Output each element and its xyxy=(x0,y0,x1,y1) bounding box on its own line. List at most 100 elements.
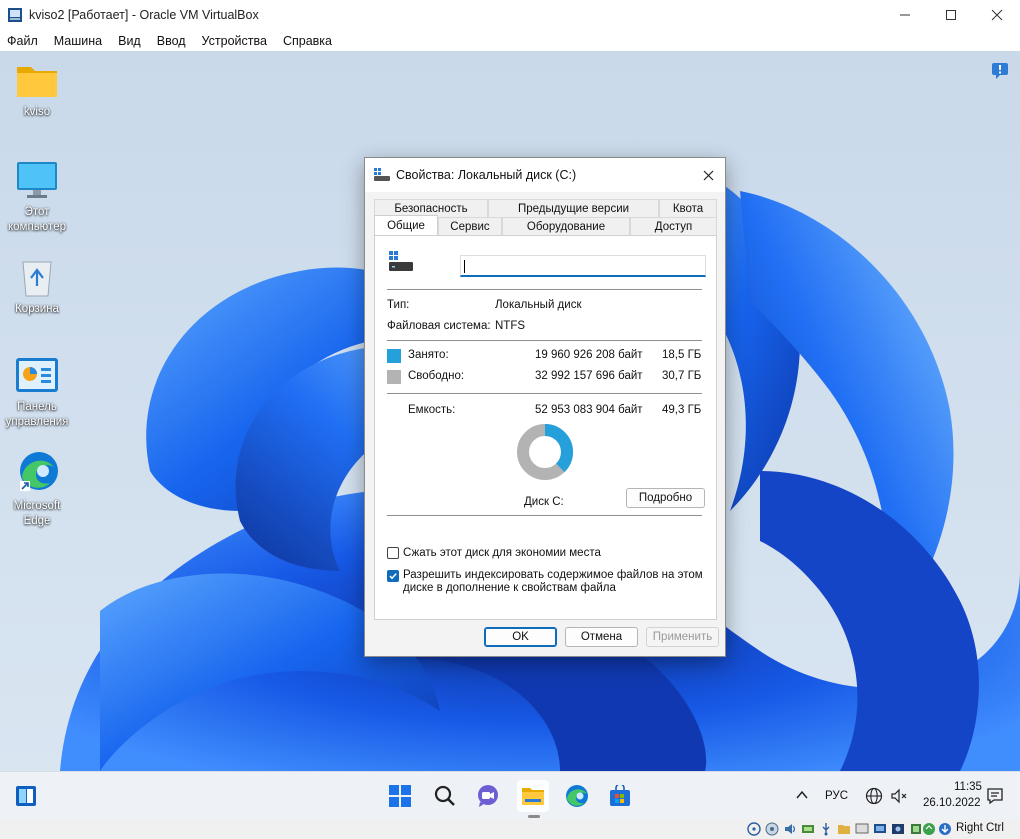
compress-checkbox[interactable] xyxy=(387,547,399,559)
display-status-icon[interactable] xyxy=(855,822,869,836)
capacity-size: 49,3 ГБ xyxy=(662,404,702,416)
tab-sharing[interactable]: Доступ xyxy=(630,217,717,235)
host-key-label: Right Ctrl xyxy=(956,822,1004,834)
clock-time[interactable]: 11:35 xyxy=(954,781,982,793)
maximize-button[interactable] xyxy=(928,0,974,30)
widgets-icon xyxy=(16,786,36,806)
desktop-icon-label: kviso xyxy=(23,106,51,118)
ok-button[interactable]: OK xyxy=(484,627,557,647)
usb-status-icon[interactable] xyxy=(819,822,833,836)
edge-icon xyxy=(20,452,58,491)
monitor-icon xyxy=(17,162,57,198)
network-globe-icon[interactable] xyxy=(865,787,883,805)
minimize-button[interactable] xyxy=(882,0,928,30)
menu-help[interactable]: Справка xyxy=(283,34,332,48)
tab-hardware[interactable]: Оборудование xyxy=(502,217,630,235)
tab-general[interactable]: Общие xyxy=(374,215,438,235)
chevron-up-icon[interactable] xyxy=(795,789,809,801)
used-size: 18,5 ГБ xyxy=(662,349,702,361)
desktop-icon-kviso[interactable]: kviso xyxy=(0,61,74,120)
details-button[interactable]: Подробно xyxy=(626,488,705,508)
disk-usage-donut-chart xyxy=(517,424,573,480)
free-bytes: 32 992 157 696 байт xyxy=(535,370,643,382)
taskbar-widgets-button[interactable] xyxy=(10,780,42,812)
taskbar-search-button[interactable] xyxy=(429,780,461,812)
desktop-icon-label: Корзина xyxy=(15,303,59,315)
mouse-integration-status-icon[interactable] xyxy=(922,822,936,836)
edge-icon xyxy=(566,785,588,807)
vbox-title-bar: kviso2 [Работает] - Oracle VM VirtualBox xyxy=(0,0,1020,30)
taskbar-chat-button[interactable] xyxy=(472,780,504,812)
capacity-label: Емкость: xyxy=(408,404,456,416)
input-language-indicator[interactable]: РУС xyxy=(825,790,848,802)
type-value: Локальный диск xyxy=(495,299,582,311)
indexing-label-line2[interactable]: диске в дополнение к свойствам файла xyxy=(403,582,616,594)
volume-muted-icon[interactable] xyxy=(890,787,908,805)
type-label: Тип: xyxy=(387,299,410,311)
tab-quota[interactable]: Квота xyxy=(659,199,717,217)
separator xyxy=(387,393,702,394)
keyboard-capture-status-icon[interactable] xyxy=(938,822,952,836)
cancel-button[interactable]: Отмена xyxy=(565,627,638,647)
notification-center-icon[interactable] xyxy=(986,787,1004,805)
indexing-label-line1[interactable]: Разрешить индексировать содержимое файло… xyxy=(403,569,703,581)
apply-button[interactable]: Применить xyxy=(646,627,719,647)
drive-icon xyxy=(374,168,390,181)
vbox-notification-icon[interactable] xyxy=(991,62,1009,80)
taskbar-file-explorer-button[interactable] xyxy=(517,780,549,812)
dialog-title-bar: Свойства: Локальный диск (C:) xyxy=(365,158,725,192)
desktop-icon-control-panel[interactable]: Панель управления xyxy=(0,356,74,430)
cpu-status-icon[interactable] xyxy=(909,822,923,836)
checkmark-icon xyxy=(389,573,397,580)
separator xyxy=(387,340,702,341)
disk-label: Диск C: xyxy=(524,496,564,508)
store-icon xyxy=(610,785,630,806)
desktop-icon-this-pc[interactable]: Этот компьютер xyxy=(0,159,74,235)
menu-view[interactable]: Вид xyxy=(118,34,141,48)
guest-desktop: kviso Этот компьютер Корзина Панель упра… xyxy=(0,51,1020,771)
taskbar-store-button[interactable] xyxy=(604,780,636,812)
compress-label[interactable]: Сжать этот диск для экономии места xyxy=(403,547,601,559)
menu-input[interactable]: Ввод xyxy=(157,34,186,48)
taskbar-edge-button[interactable] xyxy=(561,780,593,812)
general-tab-panel: Тип: Локальный диск Файловая система: NT… xyxy=(374,235,717,620)
tab-previous-versions[interactable]: Предыдущие версии xyxy=(488,199,659,217)
tab-tools[interactable]: Сервис xyxy=(438,217,502,235)
taskbar: РУС 11:35 26.10.2022 xyxy=(0,771,1020,819)
desktop-icon-recycle-bin[interactable]: Корзина xyxy=(0,256,74,317)
close-window-button[interactable] xyxy=(974,0,1020,30)
audio-status-icon[interactable] xyxy=(783,822,797,836)
folder-icon xyxy=(17,67,57,97)
network-status-icon[interactable] xyxy=(801,822,815,836)
taskbar-start-button[interactable] xyxy=(384,780,416,812)
desktop-icon-edge[interactable]: Microsoft Edge xyxy=(0,449,74,529)
capacity-bytes: 52 953 083 904 байт xyxy=(535,404,643,416)
recording-status-icon[interactable] xyxy=(891,822,905,836)
virtualbox-app-icon[interactable] xyxy=(7,7,23,23)
separator xyxy=(387,515,702,516)
menu-file[interactable]: Файл xyxy=(7,34,38,48)
used-bytes: 19 960 926 208 байт xyxy=(535,349,643,361)
recycle-bin-icon xyxy=(22,261,52,297)
clock-date[interactable]: 26.10.2022 xyxy=(923,797,981,809)
optical-drive-status-icon[interactable] xyxy=(747,822,761,836)
free-space-swatch xyxy=(387,370,401,384)
menu-devices[interactable]: Устройства xyxy=(202,34,267,48)
filesystem-label: Файловая система: xyxy=(387,320,491,332)
shared-folders-status-icon[interactable] xyxy=(837,822,851,836)
maximize-icon xyxy=(946,10,956,20)
hard-disk-status-icon[interactable] xyxy=(765,822,779,836)
indexing-checkbox[interactable] xyxy=(387,570,399,582)
menu-machine[interactable]: Машина xyxy=(54,34,102,48)
free-size: 30,7 ГБ xyxy=(662,370,702,382)
video-capture-status-icon[interactable] xyxy=(873,822,887,836)
control-panel-icon xyxy=(16,358,58,392)
search-icon xyxy=(434,785,455,806)
filesystem-value: NTFS xyxy=(495,320,526,332)
desktop-icon-label: Панель управления xyxy=(5,401,69,428)
close-icon xyxy=(703,170,713,180)
volume-label-input[interactable] xyxy=(460,255,706,277)
chat-icon xyxy=(478,785,498,807)
desktop-icon-label: Microsoft Edge xyxy=(13,500,61,527)
dialog-close-button[interactable] xyxy=(695,162,721,188)
